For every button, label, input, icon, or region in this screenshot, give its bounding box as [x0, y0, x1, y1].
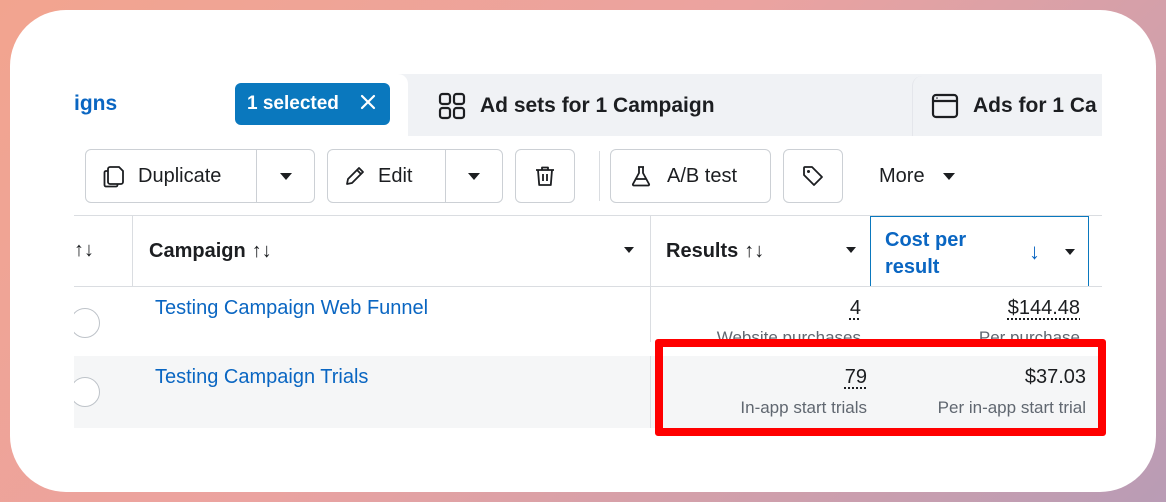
column-divider — [650, 356, 651, 428]
duplicate-split-button[interactable]: Duplicate — [85, 149, 315, 203]
sort-icon[interactable]: ↑↓ — [252, 240, 272, 263]
toolbar-divider — [599, 151, 600, 201]
edit-label: Edit — [378, 164, 413, 187]
ab-test-button[interactable]: A/B test — [610, 149, 771, 203]
cost-value[interactable]: $144.48 — [1008, 297, 1080, 320]
results-column-header[interactable]: Results ↑↓ — [666, 240, 764, 263]
edit-dropdown-button[interactable] — [446, 150, 502, 202]
more-label: More — [879, 164, 925, 187]
caret-down-icon — [942, 172, 955, 180]
ad-window-icon — [931, 93, 959, 119]
tab-ads[interactable]: Ads for 1 Ca — [912, 76, 1102, 136]
results-header-label: Results — [666, 240, 739, 262]
caret-down-icon — [279, 172, 292, 180]
tag-icon — [803, 166, 823, 186]
duplicate-icon — [103, 166, 124, 188]
close-icon[interactable] — [358, 92, 378, 112]
campaign-name-link[interactable]: Testing Campaign Trials — [155, 366, 368, 389]
selected-count-label: 1 selected — [247, 93, 339, 114]
duplicate-button[interactable]: Duplicate — [86, 150, 256, 202]
campaign-column-header[interactable]: Campaign ↑↓ — [149, 240, 272, 263]
results-column-menu-icon[interactable] — [846, 247, 856, 253]
screenshot-card: igns 1 selected Ad sets for 1 Campaign A… — [10, 10, 1156, 492]
cost-per-result-column-header[interactable]: Cost per result ↓ — [870, 216, 1089, 286]
row-select-radio[interactable] — [74, 308, 100, 338]
delete-button[interactable] — [515, 149, 575, 203]
campaign-name-link[interactable]: Testing Campaign Web Funnel — [155, 297, 428, 320]
tab-ads-label: Ads for 1 Ca — [973, 94, 1097, 117]
header-bottom-border — [74, 286, 1102, 287]
sort-descending-icon[interactable]: ↓ — [1029, 239, 1040, 265]
flask-icon — [631, 166, 651, 187]
column-divider — [132, 215, 133, 287]
grid-icon — [438, 92, 466, 120]
selected-count-pill[interactable]: 1 selected — [235, 83, 390, 125]
duplicate-label: Duplicate — [138, 164, 222, 187]
results-value[interactable]: 4 — [850, 297, 861, 320]
more-button[interactable]: More — [862, 149, 972, 203]
edit-button[interactable]: Edit — [328, 150, 445, 202]
sort-toggle-icon[interactable]: ↑↓ — [74, 239, 94, 262]
campaign-column-menu-icon[interactable] — [624, 247, 634, 253]
ab-test-label: A/B test — [667, 164, 738, 187]
sort-icon[interactable]: ↑↓ — [744, 240, 764, 263]
highlight-box — [655, 339, 1106, 436]
edit-split-button[interactable]: Edit — [327, 149, 503, 203]
tags-button[interactable] — [783, 149, 843, 203]
trash-icon — [536, 166, 554, 186]
caret-down-icon — [468, 172, 480, 180]
campaign-header-label: Campaign — [149, 240, 246, 262]
cost-per-result-header-label: Cost per result — [885, 229, 967, 278]
tab-ad-sets-label: Ad sets for 1 Campaign — [480, 94, 715, 117]
pencil-icon — [346, 167, 364, 185]
tab-ad-sets[interactable]: Ad sets for 1 Campaign — [420, 76, 900, 136]
cost-column-menu-icon[interactable] — [1065, 249, 1075, 255]
duplicate-dropdown-button[interactable] — [257, 150, 314, 202]
tab-campaigns-label[interactable]: igns — [74, 92, 117, 116]
